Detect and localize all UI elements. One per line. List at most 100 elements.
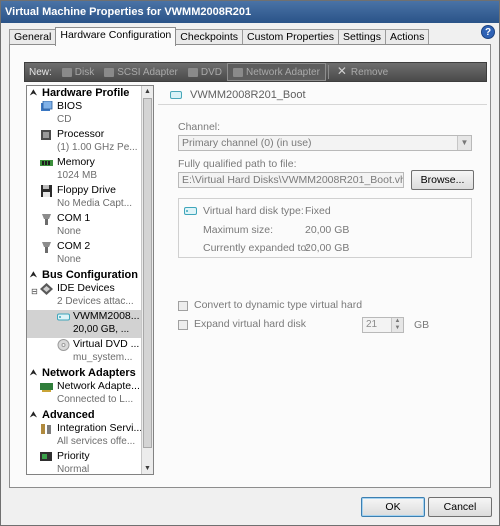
processor-label: Processor — [57, 128, 105, 140]
tree-item-priority[interactable]: Priority Normal — [27, 450, 143, 475]
integration-services-label: Integration Servi... — [57, 422, 143, 434]
new-disk-button[interactable]: Disk — [57, 63, 99, 81]
path-input[interactable]: E:\Virtual Hard Disks\VWMM2008R201_Boot.… — [178, 172, 404, 188]
max-size-label: Maximum size: — [203, 224, 274, 236]
hardware-tree[interactable]: ⮝ Hardware Profile BIOS CD Processor (1) … — [26, 85, 154, 475]
disk-details-pane: VWMM2008R201_Boot Channel: Primary chann… — [158, 85, 487, 477]
section-hardware-profile[interactable]: ⮝ Hardware Profile — [27, 86, 143, 100]
scrollbar-thumb[interactable] — [143, 98, 152, 448]
scsi-adapter-icon — [104, 67, 115, 77]
new-hardware-toolbar: New: Disk SCSI Adapter DVD Network Adapt… — [24, 62, 487, 82]
integration-services-icon — [41, 424, 51, 434]
tab-custom-properties[interactable]: Custom Properties — [242, 29, 339, 45]
channel-dropdown[interactable]: Primary channel (0) (in use) ▼ — [178, 135, 472, 151]
remove-x-icon: ✕ — [336, 64, 347, 78]
dropdown-arrow-icon: ▼ — [457, 136, 471, 150]
section-network-adapters-label: Network Adapters — [42, 367, 136, 379]
expand-size-stepper[interactable]: 21 ▲ ▼ — [362, 317, 404, 333]
virtual-hard-disk-icon — [184, 207, 197, 215]
collapse-chevron-icon: ⮝ — [30, 410, 37, 419]
virtual-dvd-label: Virtual DVD ... — [73, 338, 140, 350]
tree-item-com1[interactable]: COM 1 None — [27, 212, 143, 240]
tab-actions[interactable]: Actions — [384, 29, 430, 45]
tab-general[interactable]: General — [9, 29, 57, 45]
virtual-dvd-value: mu_system... — [73, 352, 133, 363]
floppy-value: No Media Capt... — [57, 198, 133, 209]
bios-label: BIOS — [57, 100, 83, 112]
cancel-button[interactable]: Cancel — [428, 497, 492, 517]
expanded-value: 20,00 GB — [305, 242, 350, 254]
disk-type-label: Virtual hard disk type: — [203, 205, 304, 217]
tree-item-integration-services[interactable]: Integration Servi... All services offe..… — [27, 422, 143, 450]
expand-size-unit: GB — [414, 319, 430, 331]
remove-button[interactable]: ✕ Remove — [331, 63, 393, 81]
tab-hardware-configuration[interactable]: Hardware Configuration — [55, 27, 177, 46]
section-advanced-label: Advanced — [42, 409, 95, 421]
browse-button[interactable]: Browse... — [411, 170, 474, 190]
path-label: Fully qualified path to file: — [178, 158, 297, 170]
tree-item-virtual-dvd[interactable]: Virtual DVD ... mu_system... — [27, 338, 143, 366]
section-bus-configuration[interactable]: ⮝ Bus Configuration — [27, 268, 143, 282]
scroll-up-arrow-icon[interactable]: ▲ — [142, 86, 153, 97]
new-scsi-label: SCSI Adapter — [117, 66, 178, 78]
collapse-chevron-icon: ⮝ — [30, 88, 37, 97]
expand-disk-label: Expand virtual hard disk — [194, 318, 307, 330]
tree-item-memory[interactable]: Memory 1024 MB — [27, 156, 143, 184]
tree-item-ide-devices[interactable]: ⊟ IDE Devices 2 Devices attac... — [27, 282, 143, 310]
section-network-adapters[interactable]: ⮝ Network Adapters — [27, 366, 143, 380]
help-icon[interactable]: ? — [481, 25, 495, 39]
properties-window: Virtual Machine Properties for VWMM2008R… — [0, 0, 500, 526]
toolbar-separator — [327, 65, 329, 79]
network-adapter-label: Network Adapte... — [57, 380, 140, 392]
new-scsi-adapter-button[interactable]: SCSI Adapter — [99, 63, 183, 81]
memory-label: Memory — [57, 156, 95, 168]
network-adapter-icon — [232, 67, 243, 77]
convert-dynamic-checkbox[interactable] — [178, 301, 188, 311]
com-port-icon — [42, 242, 51, 253]
ok-button[interactable]: OK — [361, 497, 425, 517]
processor-icon — [41, 130, 51, 140]
bios-value: CD — [57, 114, 72, 125]
convert-dynamic-label: Convert to dynamic type virtual hard — [194, 299, 363, 311]
network-adapter-icon — [40, 383, 53, 392]
section-bus-configuration-label: Bus Configuration — [42, 269, 138, 281]
max-size-value: 20,00 GB — [305, 224, 350, 236]
tab-settings[interactable]: Settings — [338, 29, 386, 45]
priority-label: Priority — [57, 450, 90, 462]
tree-item-virtual-hard-disk[interactable]: VWMM2008... 20,00 GB, ... — [27, 310, 143, 338]
remove-label: Remove — [350, 66, 389, 78]
network-adapter-value: Connected to L... — [57, 394, 134, 405]
expand-disk-checkbox[interactable] — [178, 320, 188, 330]
floppy-label: Floppy Drive — [57, 184, 116, 196]
tree-scrollbar[interactable]: ▲ ▼ — [141, 86, 153, 474]
new-network-label: Network Adapter — [245, 66, 320, 78]
expand-size-value: 21 — [366, 319, 378, 330]
tree-item-floppy[interactable]: Floppy Drive No Media Capt... — [27, 184, 143, 212]
channel-label: Channel: — [178, 121, 221, 133]
channel-dropdown-value: Primary channel (0) (in use) — [182, 137, 312, 149]
collapse-chevron-icon: ⮝ — [30, 368, 37, 377]
priority-value: Normal — [57, 464, 90, 475]
tree-item-processor[interactable]: Processor (1) 1.00 GHz Pe... — [27, 128, 143, 156]
integration-services-value: All services offe... — [57, 436, 136, 447]
priority-icon — [40, 452, 52, 461]
tab-strip: General Hardware Configuration Checkpoin… — [9, 27, 430, 46]
new-network-adapter-button[interactable]: Network Adapter — [226, 63, 326, 81]
disk-icon — [61, 67, 72, 77]
stepper-arrows-icon[interactable]: ▲ ▼ — [391, 318, 403, 332]
tree-item-network-adapter[interactable]: Network Adapte... Connected to L... — [27, 380, 143, 408]
tab-checkpoints[interactable]: Checkpoints — [175, 29, 244, 45]
section-advanced[interactable]: ⮝ Advanced — [27, 408, 143, 422]
virtual-hard-disk-icon — [170, 90, 182, 99]
detail-header-title: VWMM2008R201_Boot — [190, 88, 306, 101]
vhd-value: 20,00 GB, ... — [73, 324, 130, 335]
new-dvd-button[interactable]: DVD — [183, 63, 227, 81]
scroll-down-arrow-icon[interactable]: ▼ — [142, 463, 153, 474]
processor-value: (1) 1.00 GHz Pe... — [57, 142, 138, 153]
tree-item-com2[interactable]: COM 2 None — [27, 240, 143, 268]
bios-icon — [41, 101, 53, 111]
tree-item-bios[interactable]: BIOS CD — [27, 100, 143, 128]
collapse-minus-icon[interactable]: ⊟ — [31, 285, 38, 298]
vhd-label: VWMM2008... — [73, 310, 140, 322]
new-label: New: — [29, 66, 52, 78]
